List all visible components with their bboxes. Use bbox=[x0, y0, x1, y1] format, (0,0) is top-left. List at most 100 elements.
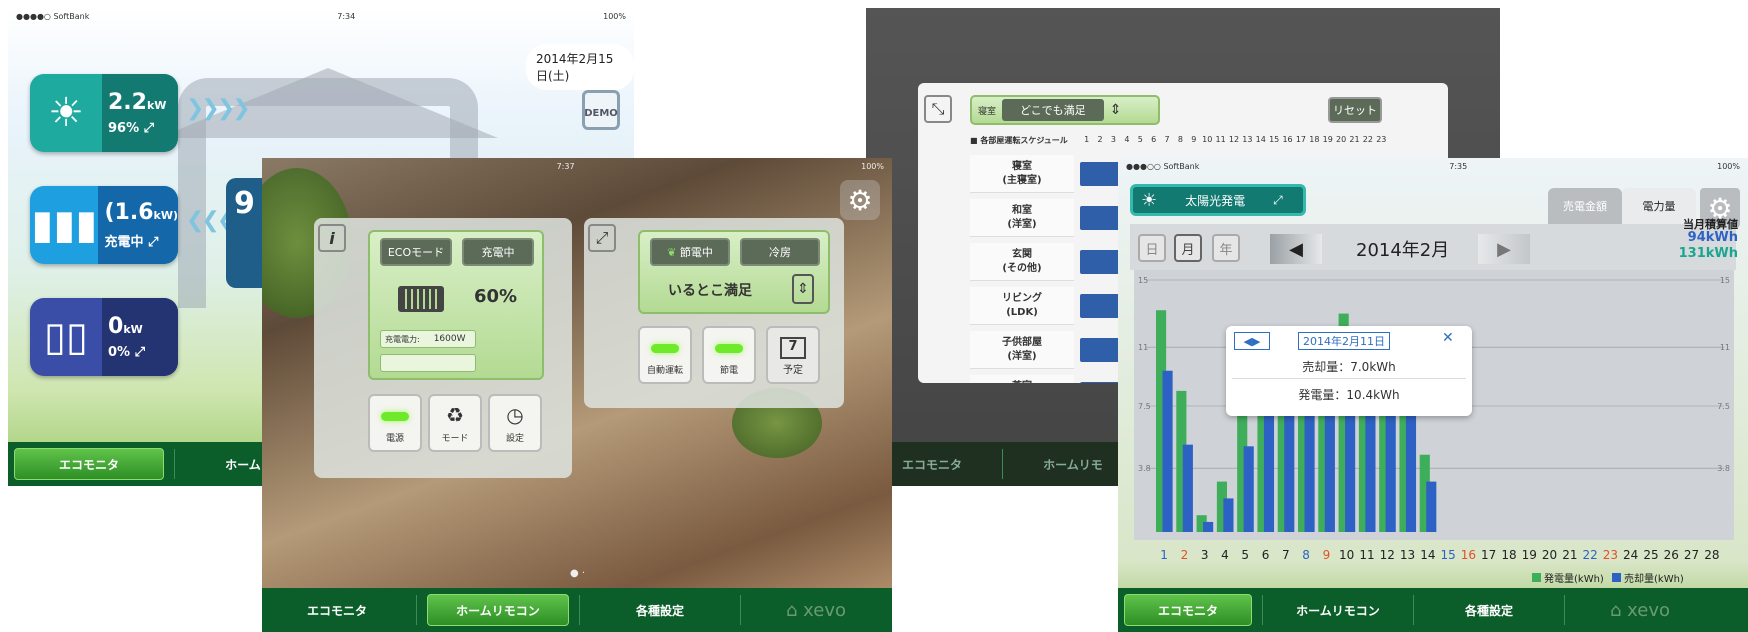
x-tick-label[interactable]: 24 bbox=[1623, 548, 1638, 562]
schedule-bar[interactable] bbox=[1080, 382, 1120, 383]
x-tick-label[interactable]: 10 bbox=[1339, 548, 1354, 562]
bar-sold[interactable] bbox=[1162, 370, 1173, 532]
info-icon[interactable]: i bbox=[318, 224, 346, 252]
period-day-button[interactable]: 日 bbox=[1138, 234, 1166, 262]
bar-sold[interactable] bbox=[1182, 444, 1193, 532]
schedule-bar[interactable] bbox=[1080, 250, 1120, 274]
collapse-icon[interactable]: ⤡ bbox=[924, 95, 952, 123]
expand-icon[interactable]: ⤢ bbox=[148, 235, 158, 250]
solar-card[interactable]: ☀ 2.2kW 96% ⤢ bbox=[30, 74, 178, 152]
x-tick-label[interactable]: 28 bbox=[1704, 548, 1719, 562]
tab-eco-monitor[interactable]: エコモニタ bbox=[1124, 594, 1252, 626]
room-row[interactable]: 寝室 (主寝室) bbox=[970, 155, 1074, 193]
x-tick-label[interactable]: 8 bbox=[1302, 548, 1310, 562]
x-tick-label[interactable]: 23 bbox=[1603, 548, 1618, 562]
next-month-button[interactable]: ▶ bbox=[1478, 234, 1530, 264]
x-tick-label[interactable]: 27 bbox=[1684, 548, 1699, 562]
period-month-button[interactable]: 月 bbox=[1174, 234, 1202, 262]
x-tick-label[interactable]: 7 bbox=[1282, 548, 1290, 562]
mode-selector[interactable]: 寝室 どこでも満足 ⇕ bbox=[970, 95, 1160, 125]
bar-sold[interactable] bbox=[1385, 406, 1396, 532]
room-row[interactable]: 子供部屋 (洋室) bbox=[970, 331, 1074, 369]
grid-card[interactable]: ▯▯ 0kW 0% ⤢ bbox=[30, 298, 178, 376]
bar-sold[interactable] bbox=[1223, 498, 1234, 532]
charge-power-row: 充電電力: 1600W bbox=[380, 330, 476, 348]
battery-card[interactable]: ▮▮▮ (1.6kW) 充電中 ⤢ bbox=[30, 186, 178, 264]
period-year-button[interactable]: 年 bbox=[1212, 234, 1240, 262]
tab-home-remote[interactable]: ホームリモコン bbox=[1273, 594, 1403, 626]
updown-icon[interactable]: ⇕ bbox=[792, 274, 814, 304]
bar-sold[interactable] bbox=[1263, 406, 1275, 532]
expand-icon[interactable]: ⤢ bbox=[144, 121, 154, 136]
expand-icon[interactable]: ⤢ bbox=[135, 345, 145, 360]
gear-icon[interactable]: ⚙ bbox=[840, 180, 880, 220]
room-row[interactable]: 玄関 (その他) bbox=[970, 243, 1074, 281]
tab-settings[interactable]: 各種設定 bbox=[1424, 594, 1554, 626]
power-button[interactable]: 電源 bbox=[368, 394, 422, 452]
bar-sold[interactable] bbox=[1203, 521, 1214, 532]
cooling-button[interactable]: 冷房 bbox=[740, 238, 820, 266]
mode-button[interactable]: ♻ モード bbox=[428, 394, 482, 452]
auto-run-button[interactable]: 自動運転 bbox=[638, 326, 692, 384]
charging-button[interactable]: 充電中 bbox=[462, 238, 534, 266]
demo-button[interactable]: DEMO bbox=[582, 90, 620, 130]
x-tick-label[interactable]: 2 bbox=[1181, 548, 1189, 562]
power-save-button[interactable]: 節電 bbox=[702, 326, 756, 384]
schedule-bar[interactable] bbox=[1080, 338, 1120, 362]
x-tick-label[interactable]: 12 bbox=[1380, 548, 1395, 562]
tab-home-remote[interactable]: ホームリモ bbox=[1013, 448, 1133, 480]
schedule-bar[interactable] bbox=[1080, 206, 1120, 230]
flow-arrows-icon: ❯❯❯❯ bbox=[186, 96, 251, 121]
close-icon[interactable]: ✕ bbox=[1442, 330, 1454, 346]
x-tick-label[interactable]: 18 bbox=[1501, 548, 1516, 562]
tab-home-remote[interactable]: ホームリモコン bbox=[427, 594, 569, 626]
room-row[interactable]: 和室 (洋室) bbox=[970, 199, 1074, 237]
x-tick-label[interactable]: 25 bbox=[1643, 548, 1658, 562]
expand-icon[interactable]: ⤢ bbox=[1273, 193, 1283, 208]
bar-sold[interactable] bbox=[1365, 414, 1376, 532]
bar-sold[interactable] bbox=[1304, 406, 1315, 532]
saving-button[interactable]: ❦ 節電中 bbox=[650, 238, 730, 266]
x-tick-label[interactable]: 22 bbox=[1582, 548, 1597, 562]
x-tick-label[interactable]: 13 bbox=[1400, 548, 1415, 562]
x-tick-label[interactable]: 16 bbox=[1461, 548, 1476, 562]
x-tick-label[interactable]: 6 bbox=[1262, 548, 1270, 562]
schedule-bar[interactable] bbox=[1080, 162, 1120, 186]
tooltip-prev-button[interactable]: ◀▶ bbox=[1234, 332, 1270, 350]
bar-sold[interactable] bbox=[1324, 406, 1335, 532]
schedule-button[interactable]: 7 予定 bbox=[766, 326, 820, 384]
x-tick-label[interactable]: 26 bbox=[1664, 548, 1679, 562]
x-tick-label[interactable]: 5 bbox=[1241, 548, 1249, 562]
bar-sold[interactable] bbox=[1284, 406, 1295, 532]
tab-sales-amount[interactable]: 売電金額 bbox=[1548, 188, 1622, 224]
source-selector[interactable]: ☀ 太陽光発電 ⤢ bbox=[1130, 184, 1306, 216]
bar-sold[interactable] bbox=[1405, 406, 1417, 532]
x-tick-label[interactable]: 20 bbox=[1542, 548, 1557, 562]
bar-sold[interactable] bbox=[1243, 446, 1254, 532]
x-tick-label[interactable]: 11 bbox=[1359, 548, 1374, 562]
room-row[interactable]: リビング (LDK) bbox=[970, 287, 1074, 325]
mode-icon: ♻ bbox=[446, 403, 464, 427]
updown-icon[interactable]: ⇕ bbox=[1110, 102, 1122, 118]
x-tick-label[interactable]: 3 bbox=[1201, 548, 1209, 562]
tab-settings[interactable]: 各種設定 bbox=[590, 594, 730, 626]
expand-icon[interactable]: ⤢ bbox=[588, 224, 616, 252]
reset-button[interactable]: リセット bbox=[1328, 97, 1382, 123]
schedule-bar[interactable] bbox=[1080, 294, 1120, 318]
x-tick-label[interactable]: 9 bbox=[1323, 548, 1331, 562]
tab-eco-monitor[interactable]: エコモニタ bbox=[14, 448, 164, 480]
bar-sold[interactable] bbox=[1426, 481, 1437, 532]
settings-button[interactable]: ◷ 設定 bbox=[488, 394, 542, 452]
x-tick-label[interactable]: 17 bbox=[1481, 548, 1496, 562]
x-tick-label[interactable]: 15 bbox=[1440, 548, 1455, 562]
tab-eco-monitor[interactable]: エコモニタ bbox=[268, 594, 406, 626]
x-tick-label[interactable]: 1 bbox=[1160, 548, 1168, 562]
eco-mode-button[interactable]: ECOモード bbox=[380, 238, 452, 266]
prev-month-button[interactable]: ◀ bbox=[1270, 234, 1322, 264]
x-tick-label[interactable]: 21 bbox=[1562, 548, 1577, 562]
room-row[interactable]: 茶室 bbox=[970, 375, 1074, 383]
x-tick-label[interactable]: 14 bbox=[1420, 548, 1435, 562]
x-tick-label[interactable]: 4 bbox=[1221, 548, 1229, 562]
status-bar: 7:37 100% bbox=[262, 158, 892, 174]
x-tick-label[interactable]: 19 bbox=[1522, 548, 1537, 562]
